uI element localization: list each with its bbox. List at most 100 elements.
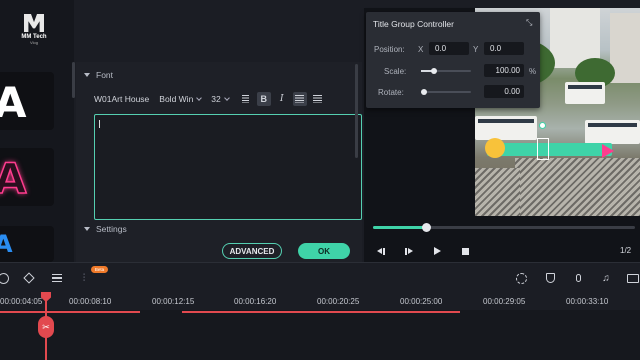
- play-icon: [433, 247, 441, 255]
- adjust-button[interactable]: [50, 271, 64, 285]
- scale-slider-knob[interactable]: [431, 68, 437, 74]
- spacing-icon: [242, 95, 250, 103]
- italic-glyph: I: [279, 94, 284, 104]
- text-cursor: [99, 120, 100, 128]
- controller-title: Title Group Controller: [373, 19, 454, 29]
- audio-wave-button[interactable]: ⫶: [77, 271, 91, 285]
- rotate-slider[interactable]: [421, 89, 471, 95]
- playback-progress-bar[interactable]: [373, 223, 635, 232]
- scale-label: Scale:: [384, 67, 407, 76]
- font-family-select[interactable]: W01Art House: [94, 94, 149, 104]
- title-preset-1[interactable]: A: [0, 72, 54, 130]
- y-label: Y: [473, 45, 479, 54]
- bus-image: [475, 116, 537, 140]
- progress-knob[interactable]: [422, 223, 431, 232]
- music-note-icon: ♫: [602, 272, 610, 284]
- align-left-button[interactable]: [292, 92, 307, 106]
- align-center-button[interactable]: [311, 92, 325, 106]
- step-forward-icon: [405, 247, 413, 255]
- play-slow-button[interactable]: [404, 246, 414, 256]
- record-voice-button[interactable]: [571, 271, 585, 285]
- font-weight-select[interactable]: Bold Win: [159, 94, 203, 104]
- title-overlay-arrow[interactable]: [602, 144, 614, 158]
- title-overlay-circle[interactable]: [485, 138, 505, 158]
- ok-button[interactable]: OK: [298, 243, 350, 259]
- font-section-label: Font: [96, 70, 114, 80]
- collapse-caret-icon: [84, 227, 90, 231]
- tick-label: 00:00:08:10: [69, 297, 112, 306]
- render-range-bar: [0, 311, 140, 313]
- tick-label: 00:00:33:10: [566, 297, 609, 306]
- prev-frame-button[interactable]: [376, 246, 386, 256]
- tick-label: 00:00:12:15: [152, 297, 195, 306]
- bus-image: [565, 82, 605, 104]
- title-text-input[interactable]: [94, 114, 362, 220]
- editor-scrollbar[interactable]: [355, 64, 358, 158]
- stairs-image: [515, 158, 640, 216]
- preset-scrollbar[interactable]: [72, 62, 75, 98]
- bus-image: [585, 120, 640, 144]
- timeline-ruler[interactable]: 00:00:04:05 00:00:08:10 00:00:12:15 00:0…: [0, 292, 640, 310]
- split-scissors-button[interactable]: ✂: [38, 316, 54, 338]
- position-label: Position:: [374, 45, 405, 54]
- render-button[interactable]: [514, 271, 528, 285]
- timeline-tracks[interactable]: [0, 310, 640, 360]
- italic-button[interactable]: I: [275, 92, 289, 106]
- position-y-input[interactable]: 0.0: [484, 42, 524, 55]
- chevron-down-icon: [223, 95, 230, 101]
- tick-label: 00:00:29:05: [483, 297, 526, 306]
- stop-icon: [461, 247, 469, 255]
- font-section-header[interactable]: Font: [84, 70, 113, 80]
- brand-logo: MM Tech Vlog: [14, 14, 54, 48]
- render-range-bar: [182, 311, 460, 313]
- title-editor-panel: Font W01Art House Bold Win 32 B I Settin…: [76, 62, 362, 262]
- tick-label: 00:00:25:00: [400, 297, 443, 306]
- position-x-input[interactable]: 0.0: [429, 42, 469, 55]
- monitor-icon: [627, 273, 639, 283]
- rotate-input[interactable]: 0.00: [484, 85, 524, 98]
- tick-label: 00:00:20:25: [317, 297, 360, 306]
- waveform-icon: ⫶: [82, 272, 86, 284]
- page-indicator: 1/2: [620, 246, 632, 255]
- title-overlay-bar[interactable]: [487, 143, 612, 156]
- stop-button[interactable]: [460, 246, 470, 256]
- title-preset-2[interactable]: A: [0, 148, 54, 206]
- mark-button[interactable]: [543, 271, 557, 285]
- shield-icon: [545, 273, 555, 283]
- undo-icon[interactable]: [0, 271, 10, 285]
- chevron-down-icon: [196, 95, 203, 101]
- keyframe-button[interactable]: [22, 271, 36, 285]
- collapse-arrows-icon[interactable]: ⤡: [526, 18, 532, 28]
- mm-logo-icon: [24, 14, 44, 32]
- audio-mixer-button[interactable]: ♫: [599, 271, 613, 285]
- font-size-select[interactable]: 32: [211, 94, 230, 104]
- align-left-icon: [295, 95, 305, 103]
- sliders-icon: [52, 273, 62, 283]
- progress-fill: [373, 226, 425, 229]
- scale-input[interactable]: 100.00: [484, 64, 524, 77]
- transform-handle[interactable]: [537, 138, 549, 160]
- screen-button[interactable]: [626, 271, 640, 285]
- preset-panel: MM Tech Vlog A A A: [0, 0, 75, 262]
- tick-label: 00:00:04:05: [0, 297, 43, 306]
- collapse-caret-icon: [84, 73, 90, 77]
- rotate-handle[interactable]: [539, 122, 546, 129]
- text-spacing-button[interactable]: [239, 92, 253, 106]
- tick-label: 00:00:16:20: [234, 297, 277, 306]
- bold-button[interactable]: B: [256, 92, 271, 106]
- microphone-icon: [575, 274, 581, 282]
- beta-badge: Beta: [91, 266, 108, 273]
- scale-slider[interactable]: [421, 68, 471, 74]
- rotate-slider-knob[interactable]: [421, 89, 427, 95]
- bold-glyph: B: [260, 94, 268, 104]
- font-family-value: W01Art House: [94, 94, 150, 104]
- font-toolbar: W01Art House Bold Win 32 B I: [94, 90, 329, 108]
- font-weight-value: Bold Win: [159, 94, 194, 104]
- title-group-controller: Title Group Controller ⤡ Position: X 0.0…: [366, 12, 540, 108]
- settings-section-header[interactable]: Settings: [84, 224, 127, 234]
- stairs-image: [475, 168, 520, 216]
- preset-glyph: A: [0, 153, 27, 204]
- font-size-value: 32: [211, 94, 221, 104]
- advanced-button[interactable]: ADVANCED: [222, 243, 282, 259]
- play-button[interactable]: [432, 246, 442, 256]
